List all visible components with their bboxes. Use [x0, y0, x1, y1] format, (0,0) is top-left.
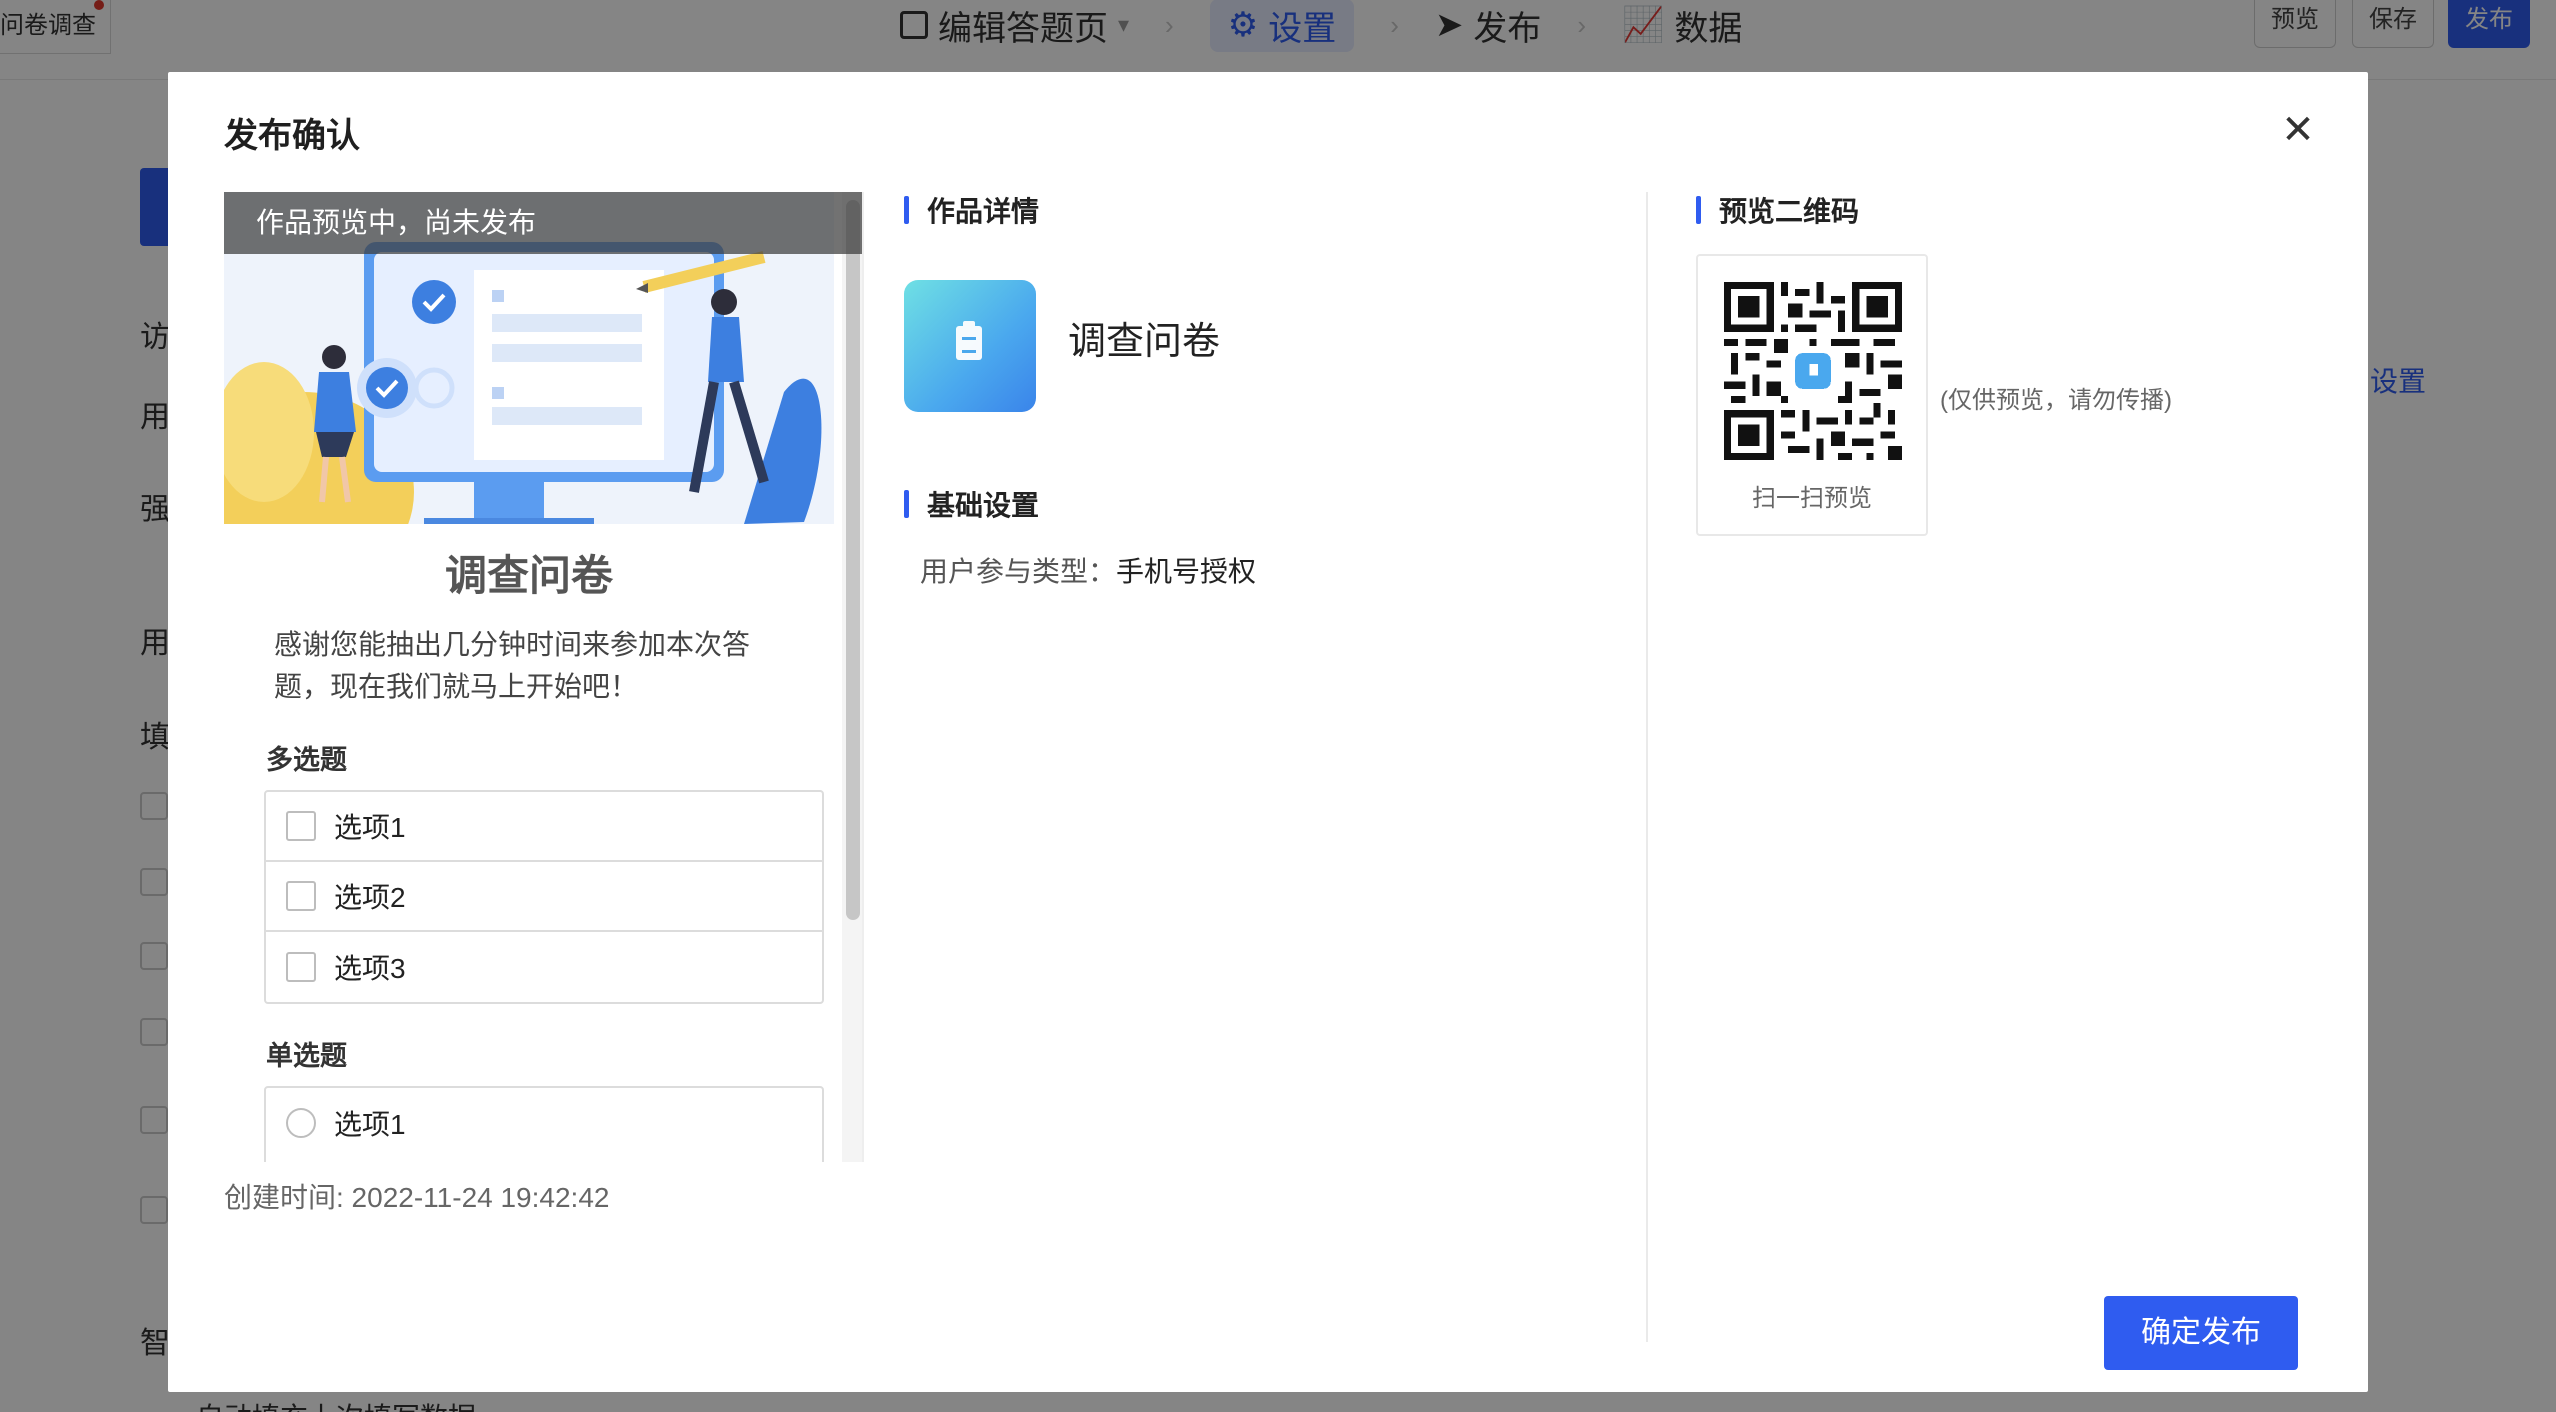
- clipboard-icon: [904, 280, 1036, 412]
- participation-type: 用户参与类型：手机号授权: [920, 550, 1256, 590]
- option-row[interactable]: 选项1: [266, 792, 822, 862]
- qr-note: (仅供预览，请勿传播): [1940, 387, 2172, 414]
- column-divider: [1646, 192, 1648, 1342]
- option-label: 选项2: [334, 882, 406, 913]
- radio-button[interactable]: [286, 1108, 316, 1138]
- qr-card: 扫一扫预览: [1696, 254, 1928, 536]
- qr-heading: 预览二维码: [1696, 190, 1859, 230]
- option-label: 选项3: [334, 953, 406, 984]
- preview-status-banner: 作品预览中，尚未发布: [224, 192, 862, 254]
- participation-label: 用户参与类型：: [920, 556, 1117, 587]
- section-bar: [1696, 196, 1701, 224]
- section-heading-text: 作品详情: [927, 196, 1040, 227]
- survey-preview[interactable]: 作品预览中，尚未发布 调查问卷 感谢您能抽出几分钟时间来参加本次答题，现在我们就…: [224, 192, 864, 1162]
- created-time: 创建时间: 2022-11-24 19:42:42: [224, 1182, 610, 1213]
- checkbox[interactable]: [286, 811, 316, 841]
- option-label: 选项1: [334, 812, 406, 843]
- section-bar: [904, 490, 909, 518]
- option-row[interactable]: 选项3: [266, 932, 822, 1002]
- work-name: 调查问卷: [1068, 321, 1221, 363]
- qr-code-icon[interactable]: [1724, 282, 1902, 460]
- section-bar: [904, 196, 909, 224]
- section-heading-text: 基础设置: [927, 490, 1040, 521]
- option-label: 选项1: [334, 1109, 406, 1140]
- question-options: 选项1: [264, 1086, 824, 1162]
- question-label: 单选题: [266, 1041, 347, 1071]
- publish-confirm-dialog: 发布确认 ✕ 作品预览中，尚未发布 调查问卷 感谢您能抽出几分钟时间来参加本次答…: [168, 72, 2368, 1392]
- confirm-publish-button[interactable]: 确定发布: [2104, 1296, 2298, 1370]
- question-label: 多选题: [266, 745, 347, 775]
- preview-survey-title: 调查问卷: [444, 552, 613, 599]
- question-options: 选项1 选项2 选项3: [264, 790, 824, 1004]
- qr-caption: 扫一扫预览: [1752, 485, 1872, 512]
- work-details-heading: 作品详情: [904, 190, 1039, 230]
- checkbox[interactable]: [286, 881, 316, 911]
- close-icon[interactable]: ✕: [2278, 110, 2318, 150]
- section-heading-text: 预览二维码: [1719, 196, 1860, 227]
- participation-value: 手机号授权: [1116, 556, 1257, 587]
- preview-survey-description: 感谢您能抽出几分钟时间来参加本次答题，现在我们就马上开始吧！: [274, 629, 751, 702]
- preview-scrollbar-thumb[interactable]: [846, 200, 860, 920]
- checkbox[interactable]: [286, 952, 316, 982]
- basic-settings-heading: 基础设置: [904, 484, 1039, 524]
- option-row[interactable]: 选项1: [266, 1088, 822, 1158]
- dialog-title: 发布确认: [224, 117, 360, 155]
- option-row[interactable]: 选项2: [266, 862, 822, 932]
